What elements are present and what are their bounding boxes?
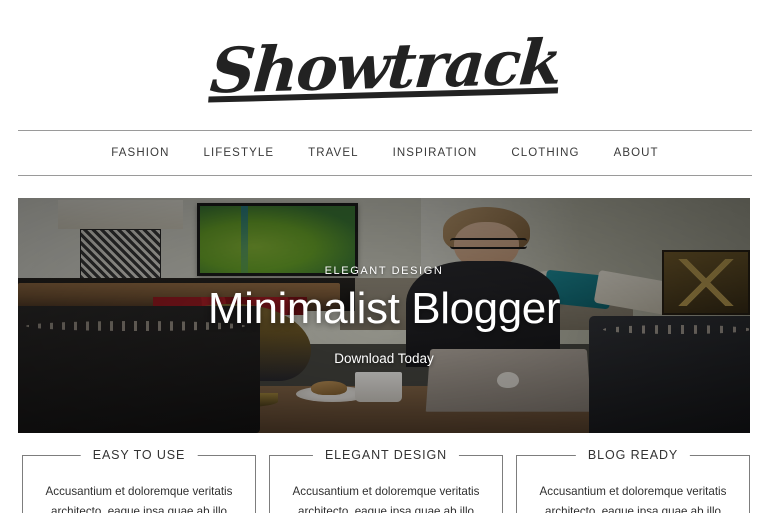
nav-item-about[interactable]: ABOUT xyxy=(597,147,676,159)
site-header: Showtrack xyxy=(0,0,770,130)
feature-title: EASY TO USE xyxy=(80,448,198,462)
page-root: Showtrack FASHION LIFESTYLE TRAVEL INSPI… xyxy=(0,0,770,513)
nav-item-clothing[interactable]: CLOTHING xyxy=(494,147,596,159)
nav-item-inspiration[interactable]: INSPIRATION xyxy=(376,147,495,159)
nav-rules: FASHION LIFESTYLE TRAVEL INSPIRATION CLO… xyxy=(18,130,752,176)
nav-item-fashion[interactable]: FASHION xyxy=(94,147,186,159)
feature-card-easy-to-use: EASY TO USE Accusantium et doloremque ve… xyxy=(22,448,256,513)
site-logo[interactable]: Showtrack xyxy=(207,25,562,107)
hero-banner: ELEGANT DESIGN Minimalist Blogger Downlo… xyxy=(18,198,750,433)
nav-item-lifestyle[interactable]: LIFESTYLE xyxy=(186,147,291,159)
primary-navigation: FASHION LIFESTYLE TRAVEL INSPIRATION CLO… xyxy=(18,131,752,175)
feature-body: Accusantium et doloremque veritatis arch… xyxy=(539,485,727,513)
hero-text-block: ELEGANT DESIGN Minimalist Blogger Downlo… xyxy=(18,198,750,433)
feature-columns: EASY TO USE Accusantium et doloremque ve… xyxy=(22,448,750,513)
feature-body: Accusantium et doloremque veritatis arch… xyxy=(292,485,480,513)
hero-download-link[interactable]: Download Today xyxy=(334,351,434,366)
hero-title: Minimalist Blogger xyxy=(207,284,561,334)
feature-body: Accusantium et doloremque veritatis arch… xyxy=(45,485,233,513)
feature-card-elegant-design: ELEGANT DESIGN Accusantium et doloremque… xyxy=(269,448,503,513)
nav-item-travel[interactable]: TRAVEL xyxy=(291,147,375,159)
feature-title: BLOG READY xyxy=(575,448,691,462)
feature-title: ELEGANT DESIGN xyxy=(312,448,460,462)
feature-card-blog-ready: BLOG READY Accusantium et doloremque ver… xyxy=(516,448,750,513)
hero-eyebrow: ELEGANT DESIGN xyxy=(324,265,444,278)
